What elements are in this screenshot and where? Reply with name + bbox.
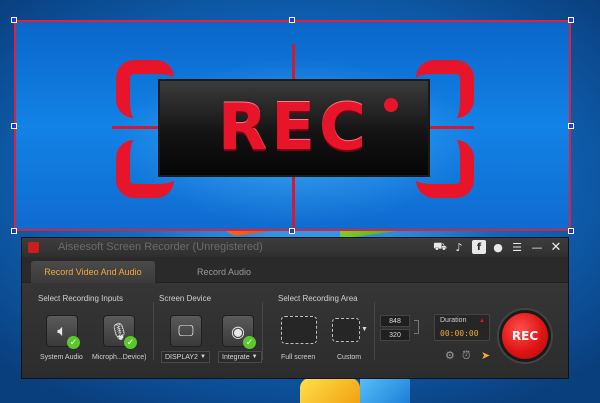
custom-area-label: Custom: [337, 354, 362, 361]
checkmark-icon: ✓: [67, 336, 80, 349]
minimize-icon[interactable]: —: [530, 240, 544, 254]
menu-icon[interactable]: ☰: [510, 240, 524, 254]
chevron-down-icon: ▼: [199, 354, 206, 360]
tab-record-audio[interactable]: Record Audio: [162, 261, 286, 283]
system-audio-label: System Audio: [40, 354, 83, 361]
mode-tabs: Record Video And Audio Record Audio: [22, 257, 568, 283]
display-device-button[interactable]: 🖵︎: [170, 315, 202, 347]
alarm-clock-icon[interactable]: ⏰︎: [462, 349, 471, 363]
area-height-input[interactable]: 320: [380, 329, 410, 341]
divider: [153, 302, 154, 360]
tab-record-video-and-audio[interactable]: Record Video And Audio: [31, 261, 155, 283]
chevron-down-icon[interactable]: ▼: [361, 326, 368, 333]
resize-handle-top[interactable]: [289, 17, 295, 23]
checkmark-icon: ✓: [124, 336, 137, 349]
camera-select[interactable]: Integrate ▼: [218, 351, 262, 363]
divider: [262, 302, 263, 360]
close-icon[interactable]: ✕: [549, 240, 563, 255]
duration-panel: Duration ▲ 00:00:00: [434, 314, 490, 341]
resize-handle-top-right[interactable]: [568, 17, 574, 23]
resize-handle-right[interactable]: [568, 123, 574, 129]
rec-logo: REC: [158, 79, 430, 177]
cursor-icon[interactable]: ➤: [481, 349, 490, 362]
cart-icon[interactable]: ⛟: [433, 240, 447, 254]
microphone-toggle[interactable]: 🎙︎ ✓: [103, 315, 137, 349]
area-width-input[interactable]: 848: [380, 315, 410, 327]
custom-area-option[interactable]: [332, 318, 360, 342]
recording-area-selection[interactable]: REC: [14, 20, 571, 231]
checkmark-icon: ✓: [243, 336, 256, 349]
screen-recorder-window: Aiseesoft Screen Recorder (Unregistered)…: [21, 237, 569, 379]
duration-label: Duration: [440, 317, 467, 324]
full-screen-option[interactable]: [281, 316, 317, 344]
rec-dot-icon: [384, 98, 398, 112]
webcam-toggle[interactable]: ◉ ✓: [222, 315, 256, 349]
chat-icon[interactable]: ●: [491, 240, 505, 254]
rec-logo-text: REC: [218, 91, 370, 165]
speaker-icon: 🔈︎: [57, 321, 67, 340]
chevron-down-icon: ▼: [251, 354, 258, 360]
monitor-icon: 🖵︎: [178, 321, 194, 340]
system-audio-toggle[interactable]: 🔈︎ ✓: [46, 315, 80, 349]
divider: [374, 302, 375, 360]
recording-inputs-heading: Select Recording Inputs: [38, 294, 123, 303]
title-bar[interactable]: Aiseesoft Screen Recorder (Unregistered)…: [22, 238, 568, 257]
camera-select-value: Integrate: [222, 353, 250, 361]
microphone-icon[interactable]: ♪: [452, 240, 466, 254]
recording-area-heading: Select Recording Area: [278, 294, 358, 303]
full-screen-label: Full screen: [281, 354, 316, 361]
microphone-label: Microph...Device): [92, 354, 147, 361]
resize-handle-bottom-right[interactable]: [568, 228, 574, 234]
aspect-lock-icon[interactable]: [414, 320, 419, 334]
gear-icon[interactable]: ⚙: [445, 349, 455, 362]
window-title: Aiseesoft Screen Recorder (Unregistered): [58, 241, 263, 253]
resize-handle-left[interactable]: [11, 123, 17, 129]
webcam-icon: ◉: [231, 321, 245, 341]
display-select-value: DISPLAY2: [165, 353, 198, 361]
duration-value: 00:00:00: [440, 329, 479, 338]
resize-handle-bottom-left[interactable]: [11, 228, 17, 234]
facebook-icon[interactable]: f: [472, 240, 486, 254]
display-select[interactable]: DISPLAY2 ▼: [161, 351, 210, 363]
record-button[interactable]: REC: [499, 310, 551, 362]
recording-indicator-icon: ▲: [479, 318, 485, 324]
app-logo-icon: [28, 242, 39, 253]
resize-handle-bottom[interactable]: [289, 228, 295, 234]
screen-device-heading: Screen Device: [159, 294, 212, 303]
resize-handle-top-left[interactable]: [11, 17, 17, 23]
windows-logo-yellow-pane: [300, 378, 360, 403]
